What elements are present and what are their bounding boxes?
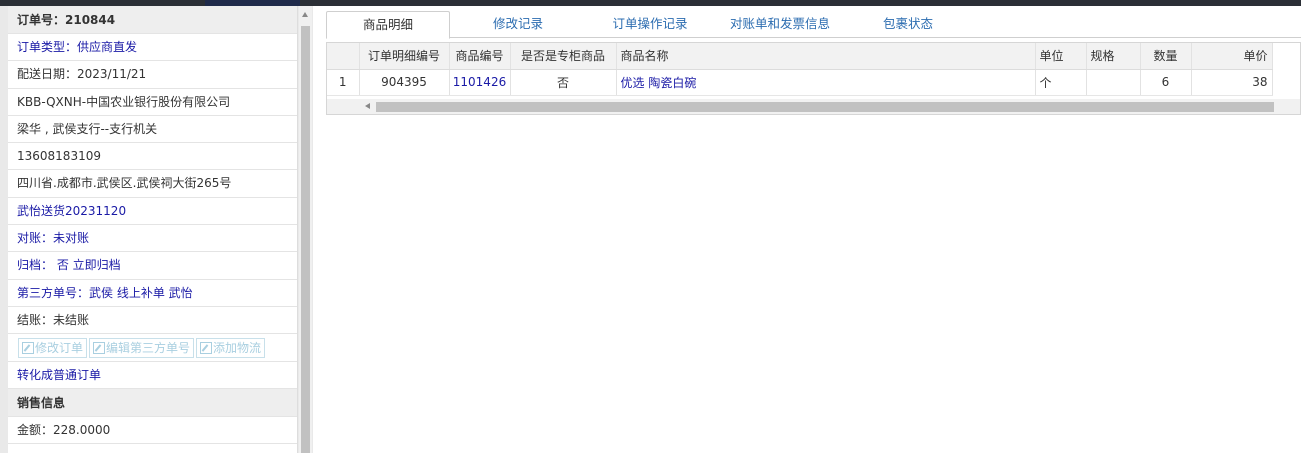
archive-link[interactable]: 归档： 否 立即归档	[8, 252, 297, 280]
table-header-row: 订单明细编号 商品编号 是否是专柜商品 商品名称 单位 规格 数量 单价	[327, 43, 1273, 70]
edit-third-party-label: 编辑第三方单号	[106, 340, 191, 355]
product-table: 订单明细编号 商品编号 是否是专柜商品 商品名称 单位 规格 数量 单价 1 9…	[327, 43, 1273, 96]
cell-index: 1	[327, 69, 360, 96]
tab-statement-invoice[interactable]: 对账单和发票信息	[719, 11, 841, 38]
cell-counter-item: 否	[510, 69, 617, 96]
detail-panel: 商品明细 修改记录 订单操作记录 对账单和发票信息 包裹状态 订单明细编号 商品…	[320, 6, 1301, 453]
customer-company: KBB-QXNH-中国农业银行股份有限公司	[8, 89, 297, 116]
add-logistics-button[interactable]: 添加物流	[196, 337, 266, 358]
col-quantity[interactable]: 数量	[1140, 43, 1192, 70]
edit-third-party-button[interactable]: 编辑第三方单号	[89, 337, 195, 358]
edit-icon	[200, 341, 213, 354]
order-info-list: 订单号：210844 订单类型：供应商直发 配送日期：2023/11/21 KB…	[8, 6, 298, 453]
col-index	[327, 43, 360, 70]
product-detail-grid: 订单明细编号 商品编号 是否是专柜商品 商品名称 单位 规格 数量 单价 1 9…	[326, 42, 1301, 115]
scrollbar-thumb[interactable]	[376, 102, 1274, 112]
left-panel-scrollbar[interactable]	[299, 6, 312, 453]
col-product-code[interactable]: 商品编号	[449, 43, 511, 70]
cell-quantity: 6	[1140, 69, 1192, 96]
contact-person: 梁华 , 武侯支行--支行机关	[8, 116, 297, 144]
col-counter-item[interactable]: 是否是专柜商品	[510, 43, 617, 70]
convert-normal-order-link[interactable]: 转化成普通订单	[8, 362, 297, 389]
col-unit-price[interactable]: 单价	[1191, 43, 1273, 70]
col-unit[interactable]: 单位	[1035, 43, 1087, 70]
settle-status: 结账：未结账	[8, 307, 297, 335]
edit-order-label: 修改订单	[35, 340, 84, 355]
order-type-link[interactable]: 订单类型：供应商直发	[8, 34, 297, 62]
tab-product-detail[interactable]: 商品明细	[326, 11, 450, 39]
cell-detail-id: 904395	[359, 69, 450, 96]
scroll-up-icon[interactable]	[302, 12, 308, 17]
cell-unit-price: 38	[1191, 69, 1273, 96]
add-logistics-label: 添加物流	[213, 340, 262, 355]
tab-package-status[interactable]: 包裹状态	[868, 11, 948, 38]
order-action-buttons: 修改订单 编辑第三方单号 添加物流	[8, 334, 297, 362]
edit-icon	[22, 341, 34, 354]
sales-info-header: 销售信息	[8, 388, 297, 417]
reconcile-status-link[interactable]: 对账：未对账	[8, 225, 297, 253]
edit-icon	[93, 341, 106, 354]
table-row[interactable]: 1 904395 1101426 否 优选 陶瓷白碗 个 6 38	[327, 69, 1273, 96]
sales-amount: 金额：228.0000	[8, 417, 297, 445]
grid-horizontal-scrollbar[interactable]	[327, 99, 1300, 114]
cell-product-name-link[interactable]: 优选 陶瓷白碗	[616, 69, 1036, 96]
tab-edit-history[interactable]: 修改记录	[476, 11, 560, 38]
delivery-date: 配送日期：2023/11/21	[8, 61, 297, 89]
tab-order-operation-log[interactable]: 订单操作记录	[598, 11, 702, 38]
cell-unit: 个	[1035, 69, 1087, 96]
col-spec[interactable]: 规格	[1086, 43, 1141, 70]
order-info-panel: 订单号：210844 订单类型：供应商直发 配送日期：2023/11/21 KB…	[0, 6, 313, 453]
delivery-address: 四川省.成都市.武侯区.武侯祠大街265号	[8, 170, 297, 198]
contact-phone: 13608183109	[8, 143, 297, 171]
scrollbar-thumb[interactable]	[301, 26, 310, 453]
order-remark-link[interactable]: 武怡送货20231120	[8, 198, 297, 226]
detail-tabs: 商品明细 修改记录 订单操作记录 对账单和发票信息 包裹状态	[326, 8, 1301, 39]
cell-product-code-link[interactable]: 1101426	[449, 69, 511, 96]
third-party-number-link[interactable]: 第三方单号：武侯 线上补单 武怡	[8, 280, 297, 307]
scroll-left-icon[interactable]	[365, 103, 370, 109]
cell-spec	[1086, 69, 1141, 96]
edit-order-button[interactable]: 修改订单	[18, 337, 88, 358]
col-product-name[interactable]: 商品名称	[616, 43, 1036, 70]
col-detail-id[interactable]: 订单明细编号	[359, 43, 450, 70]
order-number-header: 订单号：210844	[8, 6, 297, 34]
